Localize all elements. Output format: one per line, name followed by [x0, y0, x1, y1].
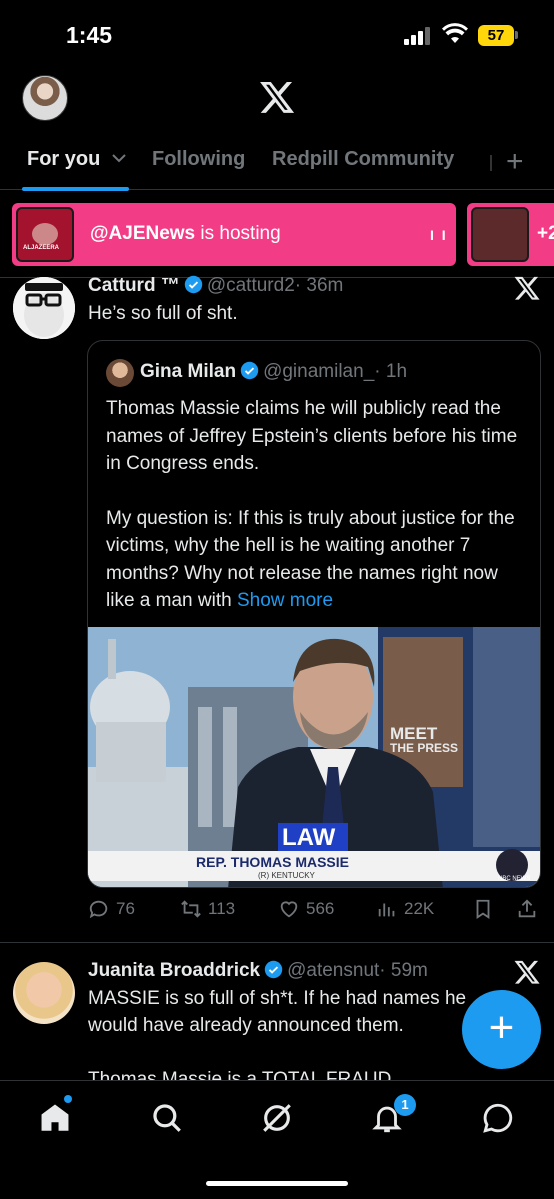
space-host-suffix: is hosting — [195, 223, 281, 244]
battery-indicator: 57 — [478, 25, 514, 46]
space-host-avatar: ALJAZEERA — [16, 207, 74, 262]
quoted-time: · 1h — [374, 361, 408, 382]
add-tab-icon[interactable]: + — [506, 145, 524, 179]
aljazeera-logo-icon — [32, 223, 58, 245]
quoted-text-paragraph: My question is: If this is truly about j… — [106, 505, 530, 615]
quoted-author-handle: @ginamilan_ — [263, 361, 375, 382]
tweet-author-handle[interactable]: @atensnut — [287, 960, 379, 981]
views-count: 22K — [404, 899, 435, 918]
x-grok-icon[interactable] — [513, 958, 541, 986]
quoted-text: Thomas Massie claims he will publicly re… — [106, 395, 530, 615]
chyron-name: REP. THOMAS MASSIE — [196, 854, 349, 870]
video-frame: MEET THE PRESS LAW REP. THOMAS MASSIE (R… — [88, 627, 540, 887]
reply-button[interactable]: 76 — [88, 898, 135, 920]
x-logo-icon[interactable] — [258, 78, 296, 116]
battery-tip — [515, 31, 518, 39]
search-icon[interactable] — [150, 1101, 184, 1135]
plus-icon: + — [488, 1003, 515, 1052]
chyron-top: LAW — [282, 824, 336, 851]
cat-avatar-icon — [13, 277, 75, 339]
active-tab-indicator — [22, 187, 129, 191]
tab-for-you[interactable]: For you — [27, 148, 126, 171]
wifi-icon — [442, 23, 468, 43]
profile-avatar[interactable] — [22, 75, 68, 121]
tab-separator — [490, 155, 492, 171]
more-spaces-card[interactable]: +2 — [467, 203, 554, 266]
tweet-author-name[interactable]: Juanita Broaddrick — [88, 960, 260, 981]
views-icon — [378, 903, 395, 917]
views-button[interactable]: 22K — [376, 898, 434, 920]
network-logo-text: NBC NEWS — [498, 876, 530, 882]
chevron-down-icon — [112, 154, 126, 163]
home-indicator — [206, 1181, 348, 1186]
x-grok-icon[interactable] — [513, 274, 541, 302]
bookmark-icon — [476, 899, 490, 919]
verified-badge-icon — [184, 275, 203, 294]
tab-redpill-community[interactable]: Redpill Community — [272, 148, 454, 171]
repost-count: 113 — [208, 899, 236, 918]
quoted-header: Gina Milan @ginamilan_· 1h — [140, 361, 407, 383]
tweet-time: · 59m — [379, 960, 428, 981]
chyron-subtitle: (R) KENTUCKY — [258, 871, 316, 880]
quoted-text-paragraph: Thomas Massie claims he will publicly re… — [106, 398, 518, 474]
tweet-header: Catturd ™ @catturd2· 36m — [88, 275, 343, 297]
space-host-handle: @AJENews — [90, 223, 196, 244]
space-host-logo-text: ALJAZEERA — [23, 245, 60, 251]
live-space-card[interactable]: ALJAZEERA @AJENews is hosting I I — [12, 203, 456, 266]
home-new-indicator — [64, 1095, 72, 1103]
timeline-tabs: For you Following Redpill Community + — [0, 138, 554, 191]
repost-icon — [181, 900, 201, 918]
verified-badge-icon — [240, 361, 259, 380]
heart-icon — [280, 901, 298, 918]
reply-count: 76 — [116, 899, 135, 918]
home-icon[interactable] — [38, 1101, 72, 1135]
more-spaces-count: +2 — [537, 223, 554, 244]
tweet-author-handle[interactable]: @catturd2 — [207, 275, 295, 296]
tweet-actions: 76 113 566 22K — [88, 898, 542, 926]
tweet-time: · 36m — [294, 275, 344, 296]
status-time: 1:45 — [66, 22, 113, 48]
grok-icon[interactable] — [260, 1101, 294, 1135]
space-host-text: @AJENews is hosting — [90, 223, 281, 245]
quoted-author-avatar — [106, 359, 134, 387]
divider — [0, 942, 554, 943]
share-button[interactable] — [516, 898, 538, 920]
tweet-author-avatar[interactable] — [13, 962, 75, 1024]
like-button[interactable]: 566 — [278, 898, 334, 920]
tab-following[interactable]: Following — [152, 148, 245, 171]
quoted-author-name: Gina Milan — [140, 361, 237, 382]
signal-icon — [404, 27, 432, 45]
tweet-header: Juanita Broaddrick @atensnut· 59m — [88, 960, 428, 982]
quoted-tweet[interactable]: Gina Milan @ginamilan_· 1h Thomas Massie … — [87, 340, 541, 888]
tweet-text: He’s so full of sht. — [88, 303, 238, 324]
notifications-badge: 1 — [394, 1094, 416, 1116]
audio-wave-icon: I I — [430, 227, 448, 243]
messages-icon[interactable] — [481, 1101, 515, 1135]
compose-post-button[interactable]: + — [462, 990, 541, 1069]
show-logo-line-2: THE PRESS — [390, 741, 458, 755]
reply-icon — [89, 900, 108, 919]
show-more-link[interactable]: Show more — [237, 590, 333, 611]
tab-label: For you — [27, 148, 101, 170]
repost-button[interactable]: 113 — [180, 898, 235, 920]
tweet-author-name[interactable]: Catturd ™ — [88, 275, 180, 296]
quoted-video-thumbnail[interactable]: MEET THE PRESS LAW REP. THOMAS MASSIE (R… — [88, 627, 540, 887]
tweet-author-avatar[interactable] — [13, 277, 75, 339]
status-bar: 1:45 57 — [0, 0, 554, 70]
verified-badge-icon — [264, 960, 283, 979]
space-host-avatar-2 — [471, 207, 529, 262]
like-count: 566 — [306, 899, 335, 918]
share-icon — [518, 899, 536, 918]
bookmark-button[interactable] — [472, 898, 494, 920]
